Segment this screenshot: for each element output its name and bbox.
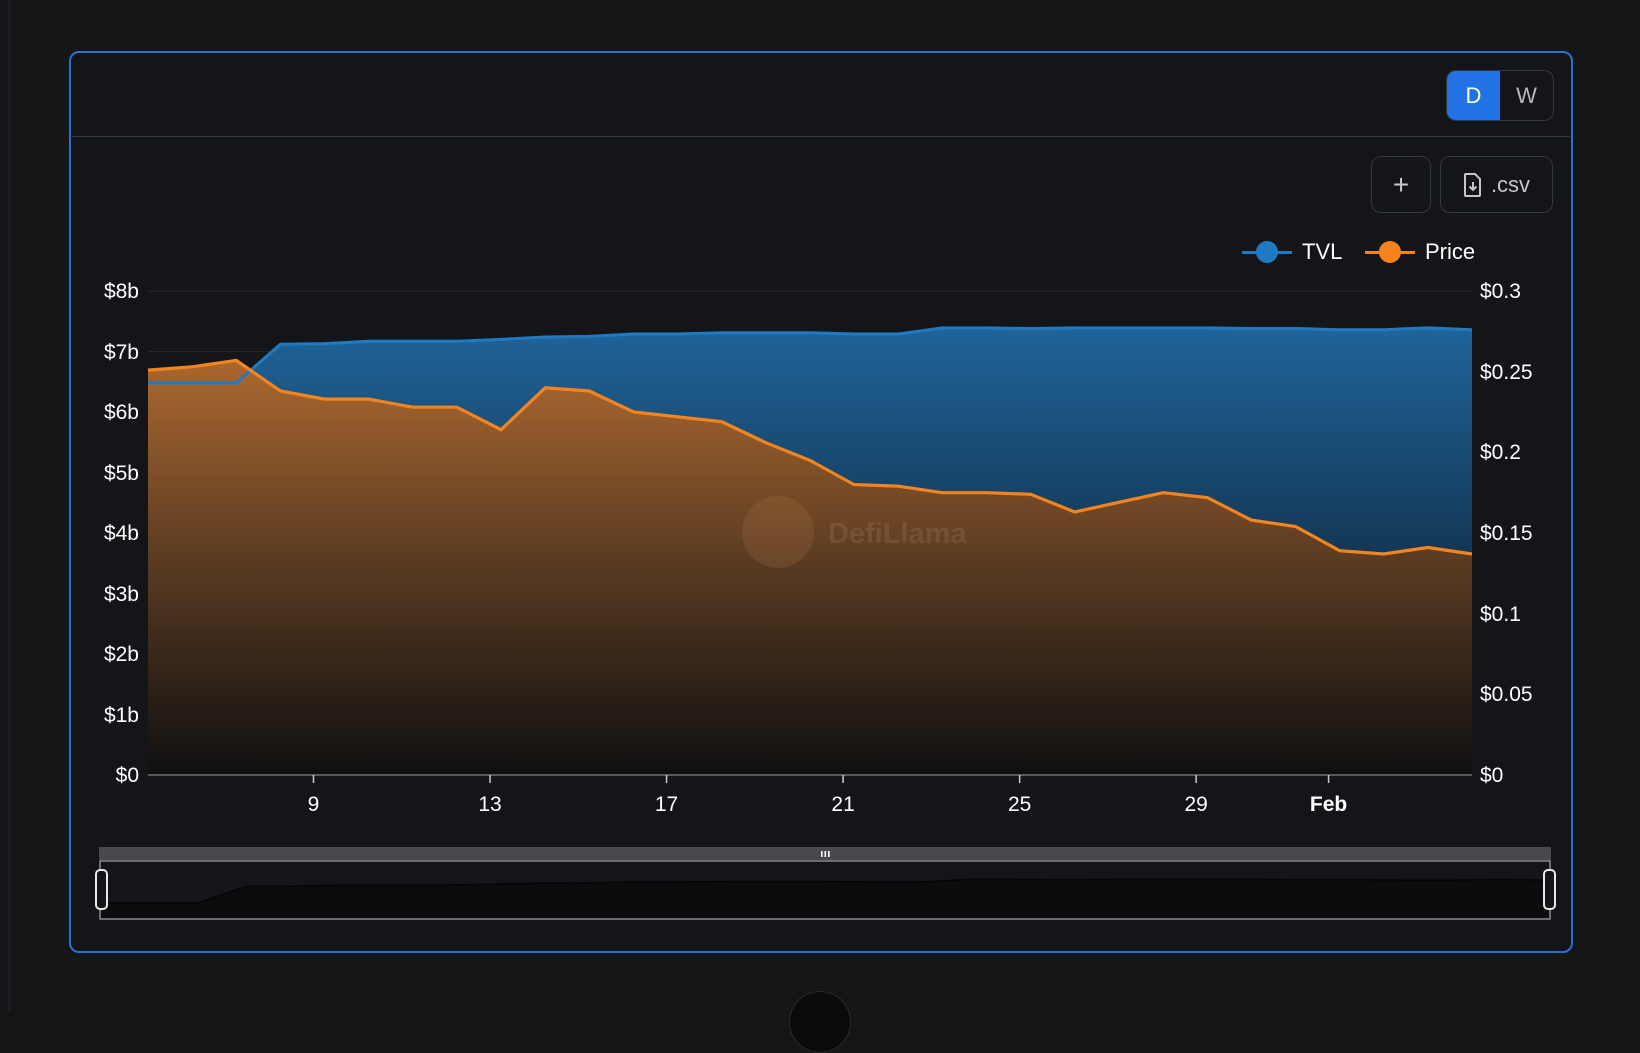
y-axis-right-label: $0.2 [1480, 441, 1521, 465]
y-axis-right-label: $0 [1480, 764, 1504, 787]
y-axis-left-label: $5b [103, 461, 139, 485]
x-axis-label: 25 [1007, 793, 1032, 816]
y-axis-right-label: $0.3 [1480, 280, 1521, 303]
scroll-button[interactable] [789, 991, 851, 1053]
y-axis-left-label: $0 [115, 764, 139, 787]
y-axis-left-label: $7b [103, 340, 139, 364]
slider-left-handle[interactable] [95, 869, 108, 910]
watermark-text: DefiLlama [828, 518, 967, 550]
y-axis-left-label: $3b [103, 582, 139, 606]
y-axis-left-label: $4b [103, 522, 139, 545]
x-axis-label: 29 [1184, 793, 1208, 816]
x-axis-label: 13 [478, 793, 502, 816]
y-axis-left-label: $2b [103, 643, 139, 666]
y-axis-right-label: $0.15 [1480, 522, 1533, 545]
x-axis-label: 9 [307, 793, 320, 816]
chart-plot: DefiLlama [95, 290, 1556, 920]
y-axis-left-label: $6b [103, 401, 139, 424]
slider-right-handle[interactable] [1543, 869, 1556, 910]
x-axis-label: 21 [831, 793, 855, 816]
x-axis-label: Feb [1309, 793, 1348, 816]
y-axis-right-label: $0.25 [1480, 360, 1533, 384]
x-axis-label: 17 [654, 793, 679, 816]
y-axis-right-label: $0.05 [1480, 683, 1533, 707]
y-axis-left-label: $8b [103, 280, 139, 303]
slider-grip-icon [821, 851, 830, 857]
y-axis-left-label: $1b [103, 703, 139, 727]
y-axis-right-label: $0.1 [1480, 602, 1521, 626]
